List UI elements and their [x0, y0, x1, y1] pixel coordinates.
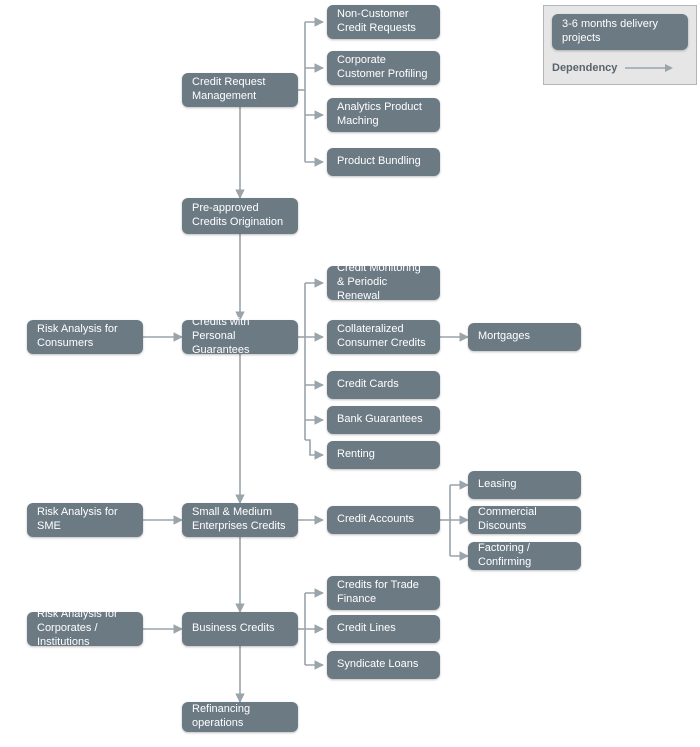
legend-panel: 3-6 months delivery projects Dependency — [543, 5, 697, 85]
node-risk-analysis-consumers: Risk Analysis for Consumers — [27, 320, 143, 354]
node-label: Credits for Trade Finance — [337, 579, 430, 607]
node-collateralized-consumer-credits: Collateralized Consumer Credits — [327, 320, 440, 354]
node-label: Credits with Personal Guarantees — [192, 316, 288, 357]
node-label: Pre-approved Credits Origination — [192, 202, 288, 230]
node-label: Non-Customer Credit Requests — [337, 8, 430, 36]
node-sme-credits: Small & Medium Enterprises Credits — [182, 503, 298, 537]
legend-dependency-label: Dependency — [552, 62, 617, 74]
legend-sample-label: 3-6 months delivery projects — [562, 18, 678, 46]
node-label: Renting — [337, 448, 375, 462]
node-label: Leasing — [478, 478, 517, 492]
node-risk-analysis-corporates: Risk Analysis for Corporates / Instituti… — [27, 612, 143, 646]
node-renting: Renting — [327, 441, 440, 469]
node-label: Mortgages — [478, 330, 530, 344]
node-credit-accounts: Credit Accounts — [327, 506, 440, 534]
node-label: Syndicate Loans — [337, 658, 418, 672]
node-mortgages: Mortgages — [468, 323, 581, 351]
node-label: Risk Analysis for Consumers — [37, 323, 133, 351]
node-credits-trade-finance: Credits for Trade Finance — [327, 576, 440, 610]
node-label: Bank Guarantees — [337, 413, 423, 427]
node-label: Credit Accounts — [337, 513, 414, 527]
legend-dependency-row: Dependency — [552, 62, 673, 74]
node-credit-monitoring: Credit Monitoring & Periodic Renewal — [327, 266, 440, 300]
legend-arrow-icon — [625, 62, 673, 74]
node-label: Credit Request Management — [192, 76, 288, 104]
node-leasing: Leasing — [468, 471, 581, 499]
node-label: Commercial Discounts — [478, 506, 571, 534]
node-credit-cards: Credit Cards — [327, 371, 440, 399]
node-label: Small & Medium Enterprises Credits — [192, 506, 288, 534]
node-credit-request-management: Credit Request Management — [182, 73, 298, 107]
node-bank-guarantees: Bank Guarantees — [327, 406, 440, 434]
node-credits-personal-guarantees: Credits with Personal Guarantees — [182, 320, 298, 354]
node-business-credits: Business Credits — [182, 612, 298, 646]
node-label: Business Credits — [192, 622, 275, 636]
node-label: Product Bundling — [337, 155, 421, 169]
node-label: Analytics Product Maching — [337, 101, 430, 129]
node-refinancing-operations: Refinancing operations — [182, 702, 298, 732]
node-credit-lines: Credit Lines — [327, 615, 440, 643]
node-label: Refinancing operations — [192, 703, 288, 731]
node-label: Credit Cards — [337, 378, 399, 392]
node-label: Factoring / Confirming — [478, 542, 571, 570]
node-label: Risk Analysis for Corporates / Instituti… — [37, 608, 133, 649]
node-corporate-customer-profiling: Corporate Customer Profiling — [327, 51, 440, 85]
node-risk-analysis-sme: Risk Analysis for SME — [27, 503, 143, 537]
node-syndicate-loans: Syndicate Loans — [327, 651, 440, 679]
node-label: Credit Lines — [337, 622, 396, 636]
node-label: Collateralized Consumer Credits — [337, 323, 430, 351]
node-product-bundling: Product Bundling — [327, 148, 440, 176]
node-non-customer-credit-requests: Non-Customer Credit Requests — [327, 5, 440, 39]
node-factoring-confirming: Factoring / Confirming — [468, 542, 581, 570]
node-pre-approved-credits: Pre-approved Credits Origination — [182, 198, 298, 234]
diagram-canvas: 3-6 months delivery projects Dependency — [0, 0, 700, 747]
node-label: Risk Analysis for SME — [37, 506, 133, 534]
node-analytics-product-matching: Analytics Product Maching — [327, 98, 440, 132]
node-label: Corporate Customer Profiling — [337, 54, 430, 82]
legend-sample-node: 3-6 months delivery projects — [552, 14, 688, 50]
node-commercial-discounts: Commercial Discounts — [468, 506, 581, 534]
node-label: Credit Monitoring & Periodic Renewal — [337, 262, 430, 303]
